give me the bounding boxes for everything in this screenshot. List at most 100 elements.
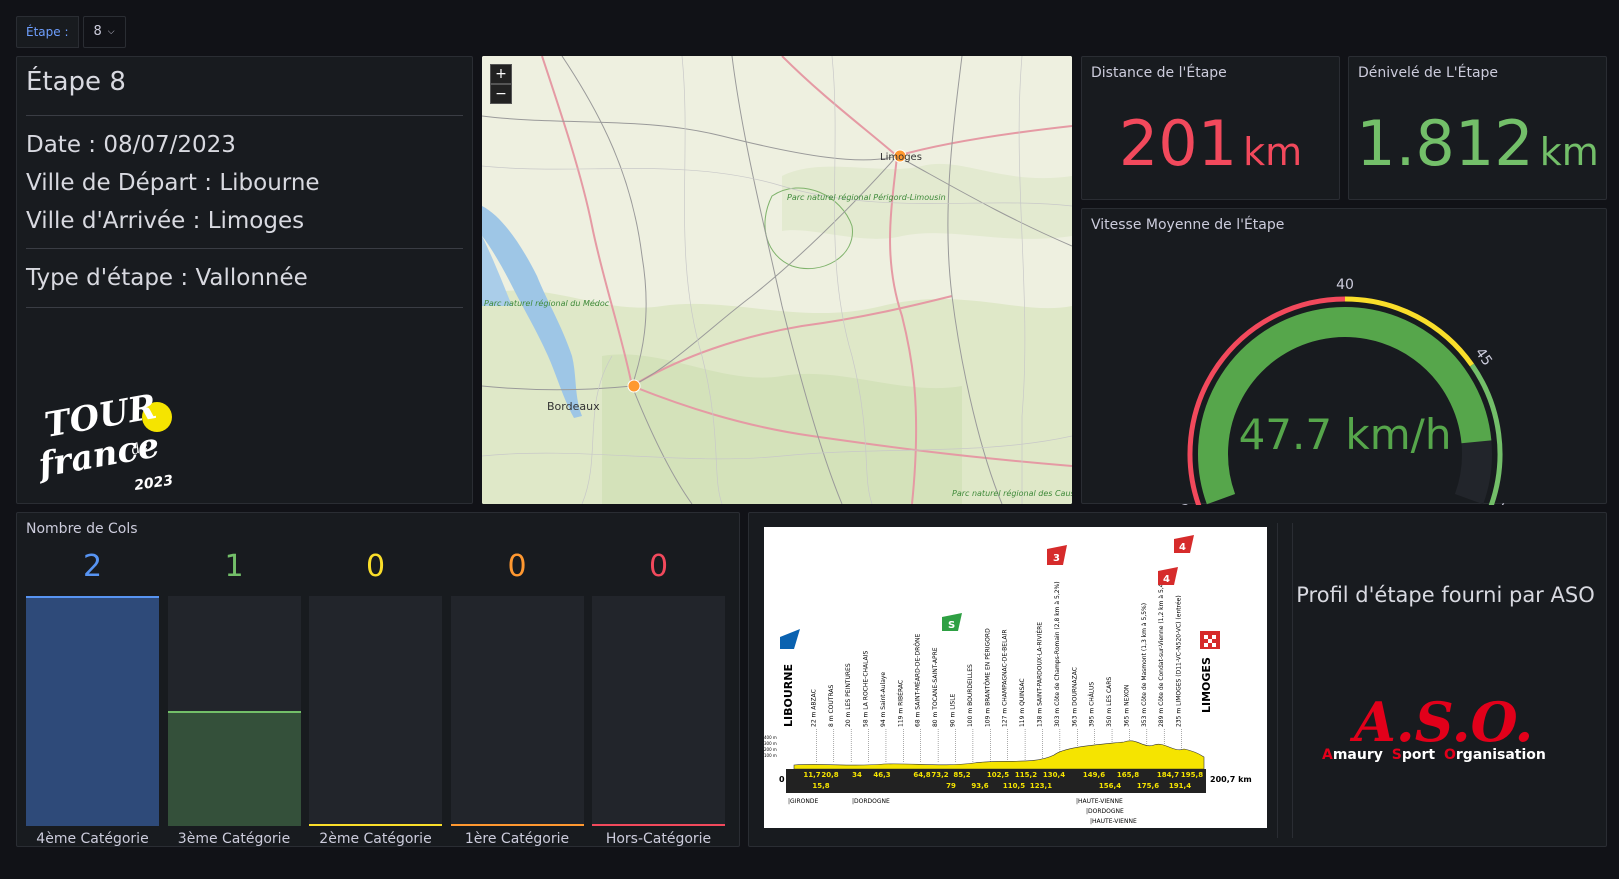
elevation-title: Dénivelé de L'Étape [1358, 65, 1499, 81]
profile-km-label: 93,6 [971, 782, 988, 790]
profile-place-label: 119 m RIBÉRAC [896, 680, 904, 727]
profile-km-label: 165,8 [1117, 771, 1139, 779]
tour-de-france-logo: TOUR de france 2023 [39, 387, 174, 494]
stage-variable-select[interactable]: 8 ⌵ [82, 16, 126, 48]
speed-value: 47.7 km/h [1239, 410, 1452, 459]
zoom-in-button[interactable]: + [490, 64, 512, 84]
profile-km-label: 79 [946, 782, 956, 790]
stage-variable-label: Étape : [16, 16, 79, 48]
gauge-tick-label: 30 [1176, 501, 1197, 505]
col-bar-fill [450, 824, 584, 826]
profile-place-label: 80 m TOCANE-SAINT-APRE [932, 647, 939, 727]
col-bar-fill [167, 711, 301, 826]
profile-km-label: 64,8 [913, 771, 930, 779]
profile-km-label: 11,7 [803, 771, 820, 779]
aso-credit: Profil d'étape fourni par ASO A.S.O. Ama… [1294, 523, 1597, 838]
stage-profile-chart: 22 m ABZAC 8 m COUTRAS 20 m LES PEINTURES 5… [764, 527, 1267, 828]
profile-km-label: 110,5 [1003, 782, 1025, 790]
col-count: 0 [365, 549, 386, 584]
stage-start-city: Ville de Départ : Libourne [26, 170, 320, 196]
profile-altitude-tick: 200 m [764, 747, 777, 752]
profile-altitude-tick: 400 m [764, 735, 777, 740]
col-bar-track [309, 596, 442, 826]
col-category-label: Hors-Catégorie [605, 831, 712, 847]
col-count: 0 [507, 549, 527, 584]
zoom-out-button[interactable]: − [490, 84, 512, 104]
divider [26, 307, 463, 308]
profile-place-label: 363 m DOURNAZAC [1071, 667, 1078, 727]
profile-km-label: 46,3 [873, 771, 890, 779]
elevation-unit: km [1539, 130, 1599, 174]
aso-logo: A.S.O. Amaury Sport Organisation [1322, 693, 1546, 763]
profile-place-label: 289 m Côte de Condat-sur-Vienne (1,2 km … [1158, 575, 1165, 727]
profile-place-label: 303 m Côte de Champs-Romain (2,8 km à 5,… [1054, 581, 1061, 727]
profile-place-label: 100 m BOURDEILLES [967, 664, 974, 727]
col-category-label: 1ère Catégorie [464, 831, 570, 847]
profile-altitude-tick: 300 m [764, 741, 777, 746]
stage-end-city: Ville d'Arrivée : Limoges [26, 208, 305, 234]
profile-region-label: |HAUTE-VIENNE [1076, 798, 1123, 805]
stage-map[interactable]: Limoges Bordeaux Parc naturel régional P… [482, 56, 1072, 504]
distance-value: 201 [1118, 107, 1238, 180]
profile-place-label: 20 m LES PEINTURES [845, 663, 852, 727]
stage-info-panel: Étape 8 Date : 08/07/2023 Ville de Dépar… [16, 56, 473, 504]
profile-km-label: 15,8 [812, 782, 829, 790]
svg-text:4: 4 [1163, 574, 1170, 585]
svg-text:200,7 km: 200,7 km [1210, 775, 1252, 784]
profile-region-label: |DORDOGNE [852, 798, 890, 805]
svg-text:A.S.O.: A.S.O. [1349, 693, 1533, 754]
svg-text:4: 4 [1179, 542, 1186, 553]
svg-text:Bordeaux: Bordeaux [547, 400, 600, 413]
distance-unit: km [1243, 130, 1303, 174]
profile-place-label: 119 m QUINSAC [1019, 678, 1026, 727]
distance-title: Distance de l'Étape [1091, 65, 1227, 81]
divider [1277, 523, 1293, 838]
col-category-label: 2ème Catégorie [319, 831, 432, 847]
profile-km-label: 175,6 [1137, 782, 1159, 790]
libourne-marker [627, 379, 641, 393]
distance-stat: 201 km [1082, 107, 1339, 180]
profile-km-label: 195,8 [1181, 771, 1203, 779]
col-category-label: 3ème Catégorie [177, 831, 291, 847]
profile-place-label: 58 m LA ROCHE-CHALAIS [863, 651, 870, 727]
profile-place-label: 94 m Saint-Aulaye [880, 672, 887, 727]
profile-region-label: |HAUTE-VIENNE [1090, 818, 1137, 825]
col-bar-fill [26, 596, 159, 826]
svg-text:Parc naturel régional Périgord: Parc naturel régional Périgord-Limousin [787, 192, 946, 202]
profile-place-label: 395 m CHÂLUS [1089, 682, 1096, 727]
col-category-label: 4ème Catégorie [36, 831, 149, 847]
gauge-tick-label: 50 [1493, 501, 1514, 505]
svg-text:LIBOURNE: LIBOURNE [782, 664, 795, 727]
col-bar-gauge: 1 3ème Catégorie [167, 549, 301, 847]
profile-km-label: 130,4 [1043, 771, 1065, 779]
svg-text:LIMOGES: LIMOGES [1200, 657, 1213, 713]
col-bar-track [592, 596, 725, 826]
svg-text:Parc naturel régional des Caus: Parc naturel régional des Causses [952, 488, 1072, 498]
map-canvas[interactable]: Limoges Bordeaux Parc naturel régional P… [482, 56, 1072, 504]
profile-km-label: 102,5 [987, 771, 1009, 779]
profile-km-label: 156,4 [1099, 782, 1121, 790]
profile-place-label: 365 m NEXON [1123, 685, 1130, 727]
profile-place-label: 90 m LISLE [950, 693, 957, 727]
svg-text:S: S [948, 620, 955, 631]
elevation-value: 1.812 [1356, 107, 1534, 180]
col-bar-track [450, 596, 584, 826]
profile-place-label: 8 m COUTRAS [828, 685, 835, 727]
profile-km-label: 149,6 [1083, 771, 1105, 779]
col-bar-fill [592, 824, 725, 826]
gauge-tick-label: 40 [1336, 277, 1354, 293]
stage-details: Date : 08/07/2023 Ville de Départ : Libo… [26, 116, 463, 248]
stage-variable-value: 8 [93, 24, 102, 39]
profile-place-label: 235 m LIMOGES (D11-VC-N520-VC) (entrée) [1176, 595, 1183, 727]
stage-profile-image: 22 m ABZAC 8 m COUTRAS 20 m LES PEINTURES 5… [764, 527, 1267, 828]
profile-km-label: 34 [852, 771, 862, 779]
cols-title: Nombre de Cols [26, 521, 138, 537]
svg-text:3: 3 [1053, 553, 1060, 564]
col-count: 0 [648, 549, 669, 584]
col-bar-fill [309, 824, 442, 826]
svg-text:2023: 2023 [133, 473, 174, 494]
elevation-stat-panel: Dénivelé de L'Étape 1.812 km [1348, 56, 1607, 200]
gauge-tick-label: 45 [1472, 345, 1495, 369]
profile-km-label: 184,7 [1157, 771, 1179, 779]
col-bar-gauge: 0 1ère Catégorie [450, 549, 584, 847]
